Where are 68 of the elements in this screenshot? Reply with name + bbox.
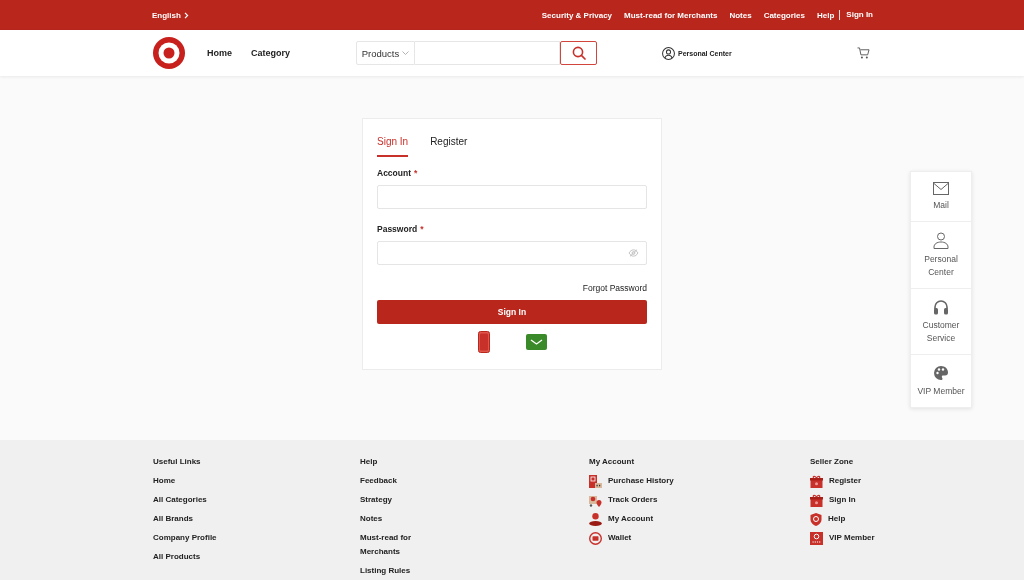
footer-link[interactable]: Sign In [810, 493, 856, 507]
palette-icon [933, 365, 949, 381]
gift-icon [810, 493, 823, 507]
field-label: Password [377, 223, 418, 235]
footer-link[interactable]: Must-read for Merchants [360, 531, 440, 559]
tab[interactable]: Register [430, 136, 468, 157]
top-nav-link[interactable]: Help [817, 10, 835, 20]
footer-link[interactable]: All Categories [153, 493, 207, 507]
account-field[interactable] [377, 185, 647, 209]
gift-icon [810, 474, 823, 488]
package-icon [589, 493, 602, 507]
sign-in-button[interactable]: Sign In [377, 300, 647, 324]
side-panel-item[interactable]: VIP Member [911, 355, 971, 407]
caret-icon [402, 51, 410, 55]
footer-link[interactable]: All Products [153, 550, 201, 564]
side-panel-item[interactable]: Customer Service [911, 289, 971, 355]
search-button[interactable] [560, 41, 597, 65]
document-icon [589, 474, 602, 488]
footer-link[interactable]: Feedback [360, 474, 397, 488]
footer-heading: My Account [589, 456, 635, 468]
language-selector[interactable]: English [152, 10, 189, 20]
footer-link[interactable]: Home [153, 474, 176, 488]
cart-icon[interactable] [857, 47, 870, 59]
password-field[interactable] [377, 241, 647, 265]
tab[interactable]: Sign In [377, 136, 409, 157]
field-label: Account [377, 167, 411, 179]
footer-link[interactable]: Listing Rules [360, 564, 411, 578]
footer-link[interactable]: Help [810, 512, 846, 526]
footer-link[interactable]: My Account [589, 512, 654, 526]
footer-link[interactable]: Purchase History [589, 474, 674, 488]
search-icon [571, 46, 586, 60]
footer-link[interactable]: Notes [360, 512, 383, 526]
mail-icon[interactable] [525, 334, 547, 350]
person-icon [933, 232, 949, 249]
footer-link[interactable]: Company Profile [153, 531, 217, 545]
side-panel-item[interactable]: Personal Center [911, 222, 971, 289]
phone-icon[interactable] [477, 331, 490, 353]
bullseye-logo[interactable] [153, 37, 185, 69]
nav-link[interactable]: Category [251, 48, 291, 58]
headphones-icon [933, 299, 949, 315]
card-icon [589, 531, 602, 545]
footer-link[interactable]: All Brands [153, 512, 193, 526]
required-mark: * [414, 167, 418, 179]
mail-icon [933, 182, 949, 195]
footer-heading: Seller Zone [810, 456, 854, 468]
forgot-password-link[interactable]: Forgot Password [582, 282, 647, 294]
search-field[interactable] [415, 41, 560, 65]
required-mark: * [420, 223, 424, 235]
footer-link[interactable]: Track Orders [589, 493, 658, 507]
footer-link[interactable]: Strategy [360, 493, 392, 507]
sign-in-link[interactable]: Sign In [839, 10, 873, 20]
footer-link[interactable]: Register [810, 474, 861, 488]
person-icon [589, 512, 602, 526]
top-nav-link[interactable]: Categories [763, 10, 805, 20]
ticket-icon [810, 531, 823, 545]
shield-icon [810, 512, 822, 526]
top-nav-link[interactable]: Notes [729, 10, 752, 20]
footer-link[interactable]: VIP Member [810, 531, 875, 545]
search-scope-dropdown[interactable]: Products [356, 41, 415, 65]
side-panel-item[interactable]: Mail [911, 172, 971, 222]
chevron-right-icon [183, 11, 189, 19]
top-nav-link[interactable]: Must-read for Merchants [624, 10, 718, 20]
footer-heading: Useful Links [153, 456, 201, 468]
nav-link[interactable]: Home [207, 48, 232, 58]
footer-link[interactable]: Wallet [589, 531, 632, 545]
footer-heading: Help [360, 456, 378, 468]
user-circle-icon [662, 46, 675, 60]
top-nav-link[interactable]: Security & Privacy [541, 10, 613, 20]
